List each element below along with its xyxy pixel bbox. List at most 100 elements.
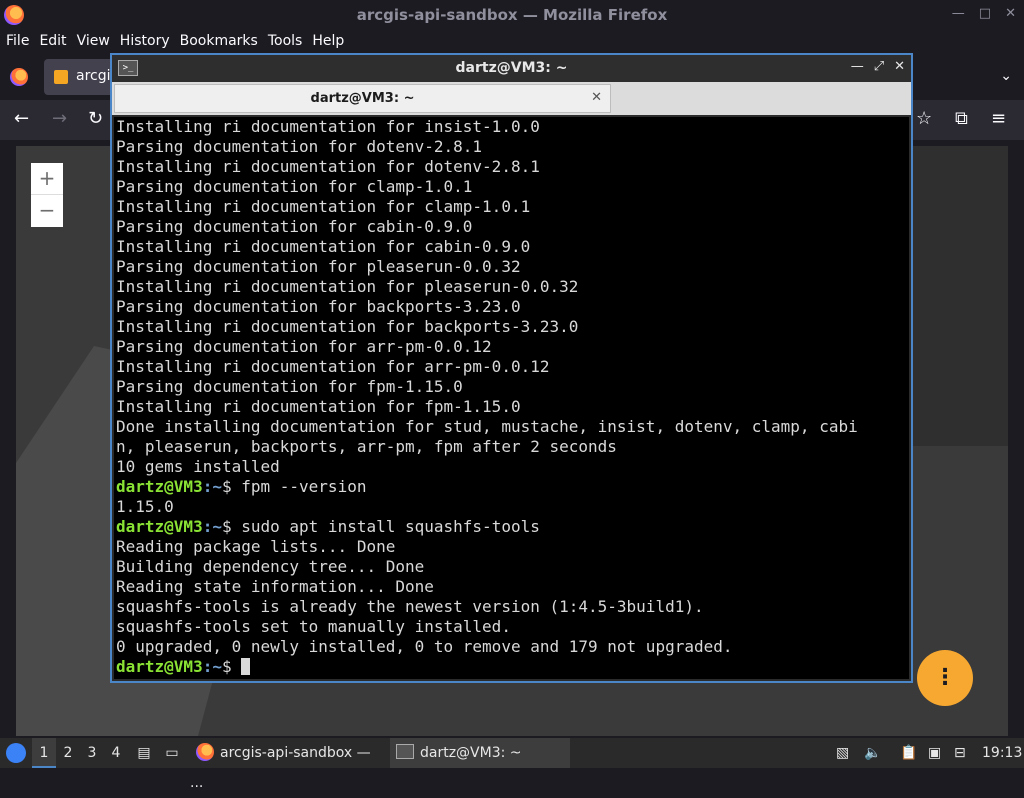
terminal-output-line: Installing ri documentation for clamp-1.… [116, 197, 858, 217]
line-text: Installing ri documentation for dotenv-2… [116, 157, 540, 176]
line-text: Parsing documentation for clamp-1.0.1 [116, 177, 473, 196]
close-icon[interactable]: ✕ [1005, 6, 1016, 21]
terminal-minimize-icon[interactable]: — [851, 59, 864, 74]
terminal-maximize-icon[interactable]: ⤢ [874, 59, 884, 74]
window-controls: — □ ✕ [952, 6, 1016, 21]
line-text: Reading package lists... Done [116, 537, 396, 556]
taskbar-item-terminal[interactable]: dartz@VM3: ~ [390, 738, 570, 768]
taskbar-item-label: dartz@VM3: ~ [420, 745, 522, 761]
line-text: Installing ri documentation for backport… [116, 317, 579, 336]
clipboard-icon[interactable]: 📋 [900, 738, 917, 768]
taskbar-item-label: arcgis-api-sandbox — ... [190, 745, 371, 791]
minimize-icon[interactable]: — [952, 6, 965, 21]
terminal-output-line: Installing ri documentation for pleaseru… [116, 277, 858, 297]
line-text: n, pleaserun, backports, arr-pm, fpm aft… [116, 437, 617, 456]
workspace-4[interactable]: 4 [104, 738, 128, 768]
prompt-path: :~$ [202, 657, 242, 676]
app-menu-icon[interactable]: ≡ [991, 108, 1006, 129]
terminal-output[interactable]: Installing ri documentation for insist-1… [114, 117, 909, 679]
terminal-output-line: Parsing documentation for arr-pm-0.0.12 [116, 337, 858, 357]
line-text: Parsing documentation for pleaserun-0.0.… [116, 257, 521, 276]
terminal-close-icon[interactable]: ✕ [894, 59, 905, 74]
terminal-output-line: Done installing documentation for stud, … [116, 417, 858, 437]
terminal-prompt-line: dartz@VM3:~$ fpm --version [116, 477, 858, 497]
taskbar-item-firefox[interactable]: arcgis-api-sandbox — ... [190, 738, 386, 791]
terminal-title: dartz@VM3: ~ [455, 60, 568, 76]
terminal-output-line: Installing ri documentation for dotenv-2… [116, 157, 858, 177]
menu-view[interactable]: View [72, 30, 115, 54]
terminal-output-line: Parsing documentation for backports-3.23… [116, 297, 858, 317]
terminal-output-line: 0 upgraded, 0 newly installed, 0 to remo… [116, 637, 858, 657]
terminal-window-controls: — ⤢ ✕ [851, 59, 905, 74]
line-text: Installing ri documentation for insist-1… [116, 117, 540, 136]
reload-icon[interactable]: ↻ [88, 108, 103, 129]
menu-tools[interactable]: Tools [263, 30, 308, 54]
terminal-output-line: Parsing documentation for cabin-0.9.0 [116, 217, 858, 237]
line-text: Parsing documentation for arr-pm-0.0.12 [116, 337, 492, 356]
workspace-2[interactable]: 2 [56, 738, 80, 768]
terminal-output-line: squashfs-tools set to manually installed… [116, 617, 858, 637]
network-icon[interactable]: ⊟ [954, 738, 966, 768]
line-text: 10 gems installed [116, 457, 280, 476]
terminal-output-line: Parsing documentation for clamp-1.0.1 [116, 177, 858, 197]
display-icon[interactable]: ▣ [928, 738, 941, 768]
firefox-view-icon[interactable] [10, 68, 28, 86]
terminal-prompt-line: dartz@VM3:~$ sudo apt install squashfs-t… [116, 517, 858, 537]
bookmark-star-icon[interactable]: ☆ [916, 108, 932, 129]
maximize-icon[interactable]: □ [979, 6, 991, 21]
zoom-in-button[interactable]: + [31, 163, 63, 195]
line-text: Installing ri documentation for cabin-0.… [116, 237, 531, 256]
start-menu-icon[interactable] [6, 743, 26, 763]
terminal-output-line: Installing ri documentation for insist-1… [116, 117, 858, 137]
line-text: squashfs-tools is already the newest ver… [116, 597, 704, 616]
screenshot-icon[interactable]: ▧ [836, 738, 849, 768]
extensions-icon[interactable]: ⧉ [955, 108, 968, 129]
back-arrow-icon[interactable]: ← [14, 108, 29, 129]
terminal-lines: Installing ri documentation for insist-1… [116, 117, 858, 677]
line-text: Reading state information... Done [116, 577, 434, 596]
firefox-taskbar-icon [196, 743, 214, 761]
line-text: sudo apt install squashfs-tools [241, 517, 540, 536]
terminal-output-line: squashfs-tools is already the newest ver… [116, 597, 858, 617]
terminal-cursor [241, 658, 251, 675]
line-text: Installing ri documentation for pleaseru… [116, 277, 579, 296]
terminal-output-line: Building dependency tree... Done [116, 557, 858, 577]
list-tabs-chevron-icon[interactable]: ⌄ [1000, 68, 1012, 84]
line-text: 0 upgraded, 0 newly installed, 0 to remo… [116, 637, 733, 656]
arcgis-favicon-icon [54, 70, 68, 84]
line-text: Parsing documentation for dotenv-2.8.1 [116, 137, 483, 156]
menu-history[interactable]: History [115, 30, 175, 54]
line-text: Building dependency tree... Done [116, 557, 425, 576]
menu-bar: File Edit View History Bookmarks Tools H… [0, 30, 1024, 54]
menu-bookmarks[interactable]: Bookmarks [175, 30, 263, 54]
terminal-tab-close-icon[interactable]: ✕ [591, 90, 602, 105]
menu-file[interactable]: File [0, 30, 34, 54]
clock[interactable]: 19:13 [982, 738, 1022, 768]
zoom-out-button[interactable]: − [31, 195, 63, 226]
terminal-output-line: Installing ri documentation for backport… [116, 317, 858, 337]
terminal-titlebar[interactable]: >_ dartz@VM3: ~ — ⤢ ✕ [112, 55, 911, 82]
workspace-1[interactable]: 1 [32, 738, 56, 768]
terminal-taskbar-icon [396, 744, 414, 759]
more-options-button[interactable]: ⋮ [917, 650, 973, 706]
show-desktop-icon[interactable]: ▭ [160, 738, 184, 768]
terminal-tab-label: dartz@VM3: ~ [310, 91, 415, 106]
line-text: Parsing documentation for cabin-0.9.0 [116, 217, 473, 236]
workspace-3[interactable]: 3 [80, 738, 104, 768]
terminal-window[interactable]: >_ dartz@VM3: ~ — ⤢ ✕ dartz@VM3: ~ ✕ Ins… [110, 53, 913, 683]
menu-help[interactable]: Help [307, 30, 349, 54]
forward-arrow-icon[interactable]: → [52, 108, 67, 129]
menu-edit[interactable]: Edit [34, 30, 71, 54]
zoom-control: + − [31, 163, 63, 227]
terminal-output-line: Installing ri documentation for arr-pm-0… [116, 357, 858, 377]
terminal-output-line: Installing ri documentation for cabin-0.… [116, 237, 858, 257]
prompt-user: dartz@VM3 [116, 517, 203, 536]
tab-label: arcgi [76, 68, 111, 84]
volume-icon[interactable]: 🔈 [864, 738, 881, 768]
line-text: 1.15.0 [116, 497, 174, 516]
terminal-output-line: Parsing documentation for fpm-1.15.0 [116, 377, 858, 397]
files-launcher-icon[interactable]: ▤ [134, 738, 154, 768]
taskbar: 1 2 3 4 ▤ ▭ arcgis-api-sandbox — ... dar… [0, 738, 1024, 791]
terminal-output-line: Installing ri documentation for fpm-1.15… [116, 397, 858, 417]
terminal-tab[interactable]: dartz@VM3: ~ ✕ [114, 84, 611, 113]
